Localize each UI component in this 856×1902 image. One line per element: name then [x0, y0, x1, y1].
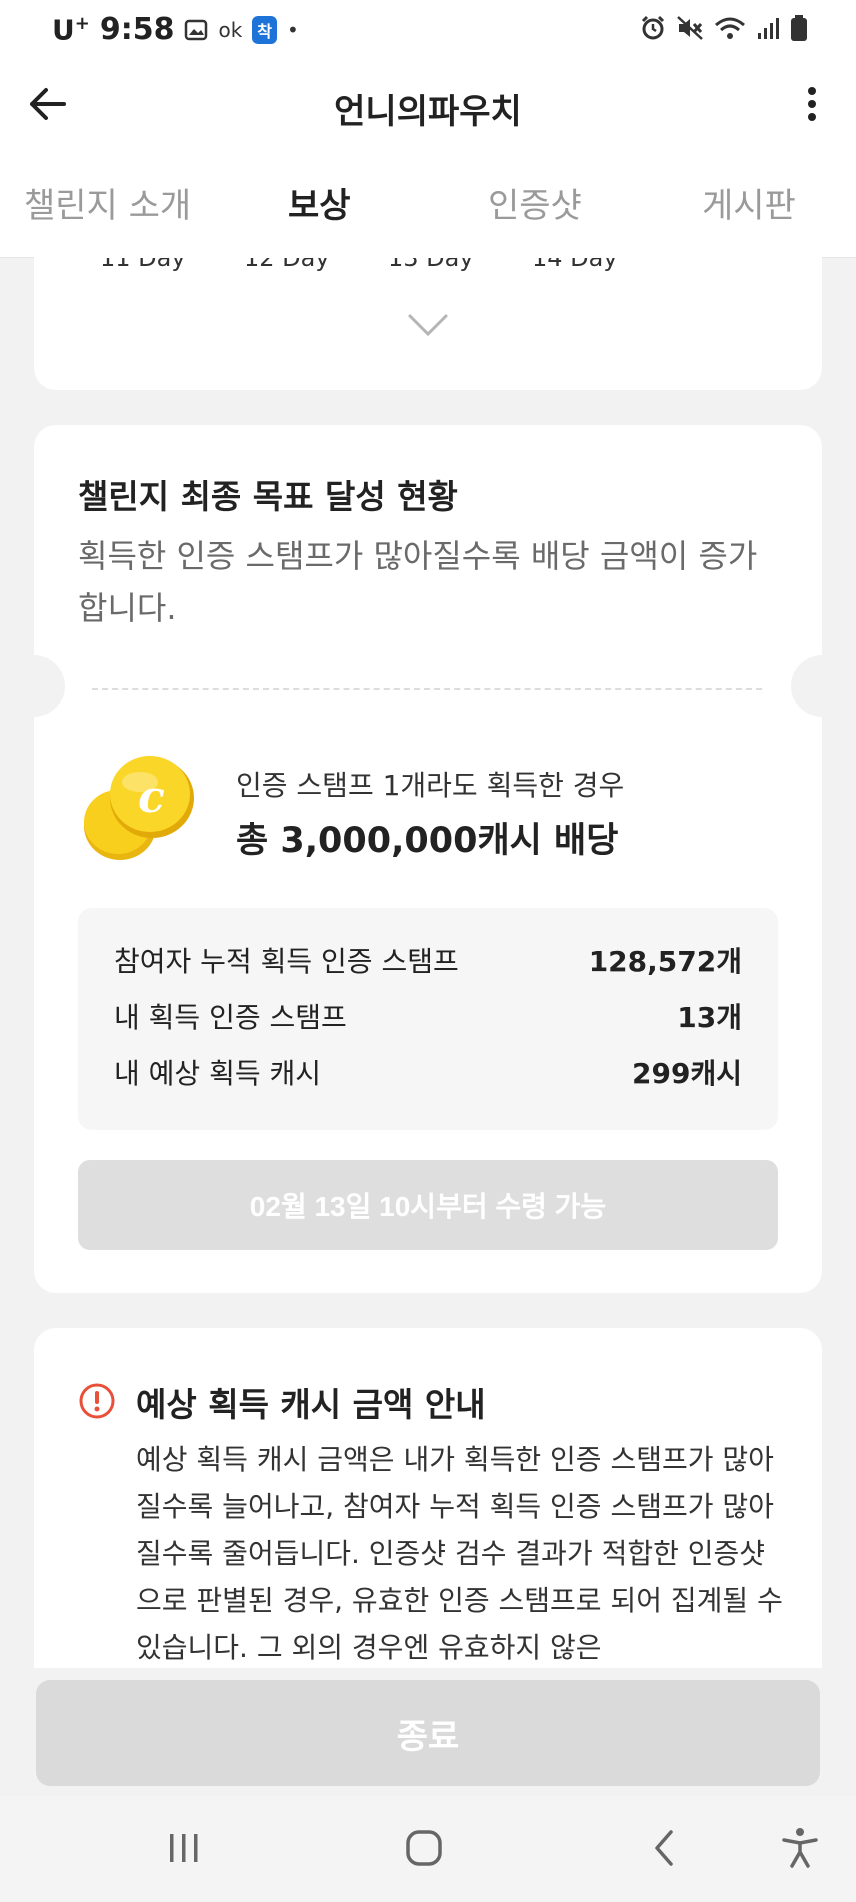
- ticket-notch-right: [791, 655, 853, 717]
- recent-apps-icon[interactable]: [152, 1818, 216, 1878]
- system-nav-bar: [0, 1796, 856, 1902]
- claim-reward-button[interactable]: 02월 13일 10시부터 수령 가능: [78, 1160, 778, 1250]
- stat-value: 128,572개: [588, 945, 742, 978]
- goal-description: 획득한 인증 스탬프가 많아질수록 배당 금액이 증가합니다.: [78, 537, 758, 627]
- tab-challenge-intro[interactable]: 챌린지 소개: [24, 178, 191, 227]
- stat-row: 내 획득 인증 스탬프 13개: [114, 996, 742, 1036]
- day-label: 13 Day: [388, 258, 474, 272]
- stat-value: 299캐시: [632, 1057, 742, 1090]
- day-label: 11 Day: [100, 258, 186, 272]
- stat-value: 13개: [677, 1001, 742, 1034]
- chevron-down-icon[interactable]: [406, 310, 450, 340]
- ticket-notch-left: [3, 655, 65, 717]
- nav-back-icon[interactable]: [632, 1818, 696, 1878]
- stat-label: 참여자 누적 획득 인증 스탬프: [114, 945, 459, 978]
- reward-condition: 인증 스탬프 1개라도 획득한 경우: [236, 769, 625, 802]
- status-right: [640, 14, 808, 42]
- dashed-divider: [92, 688, 762, 690]
- clock: 9:58: [99, 12, 175, 47]
- gallery-icon: [185, 19, 208, 40]
- wifi-icon: [715, 17, 745, 39]
- close-button[interactable]: 종료: [36, 1680, 820, 1786]
- goal-title: 챌린지 최종 목표 달성 현황: [78, 477, 458, 516]
- alarm-icon: [641, 15, 665, 40]
- tab-proof-shot[interactable]: 인증샷: [488, 178, 582, 227]
- app-bar: 언니의파우치: [0, 60, 856, 150]
- day-label: 14 Day: [532, 258, 618, 272]
- reward-total: 총 3,000,000캐시 배당: [236, 821, 619, 861]
- coin-icon: c: [84, 756, 194, 860]
- page-title: 언니의파우치: [334, 92, 522, 132]
- notification-dot-icon: •: [287, 17, 299, 42]
- stat-row: 참여자 누적 획득 인증 스탬프 128,572개: [114, 940, 742, 980]
- tab-reward[interactable]: 보상: [288, 178, 351, 227]
- stat-row: 내 예상 획득 캐시 299캐시: [114, 1052, 742, 1092]
- screen: U+ 9:58 ok 착 • 언니의파우치 챌린지 소개 보상 인증샷 게시판: [0, 0, 856, 1902]
- day-label: 12 Day: [244, 258, 330, 272]
- stats-box: 참여자 누적 획득 인증 스탬프 128,572개 내 획득 인증 스탬프 13…: [78, 908, 778, 1130]
- more-menu-button[interactable]: [794, 82, 830, 126]
- tab-board[interactable]: 게시판: [702, 178, 796, 227]
- notice-body: 예상 획득 캐시 금액은 내가 획득한 인증 스탬프가 많아질수록 늘어나고, …: [136, 1443, 783, 1664]
- accessibility-icon[interactable]: [768, 1818, 832, 1878]
- home-icon[interactable]: [392, 1818, 456, 1878]
- exclamation-circle-icon: [79, 1383, 115, 1419]
- ok-cashbag-icon: ok: [218, 17, 243, 42]
- carrier-label: U+: [52, 12, 90, 47]
- status-bar: U+ 9:58 ok 착 •: [0, 0, 856, 60]
- app-notification-icon: 착: [252, 15, 278, 44]
- stat-label: 내 획득 인증 스탬프: [114, 1001, 347, 1034]
- day-strip: 11 Day 12 Day 13 Day 14 Day: [0, 258, 856, 272]
- battery-icon: [791, 15, 807, 41]
- svg-text:c: c: [138, 772, 165, 823]
- signal-icon: [758, 18, 779, 39]
- stat-label: 내 예상 획득 캐시: [114, 1057, 322, 1090]
- status-left: U+ 9:58 ok 착 •: [52, 12, 299, 47]
- notice-title: 예상 획득 캐시 금액 안내: [136, 1385, 486, 1424]
- mute-icon: [677, 16, 703, 40]
